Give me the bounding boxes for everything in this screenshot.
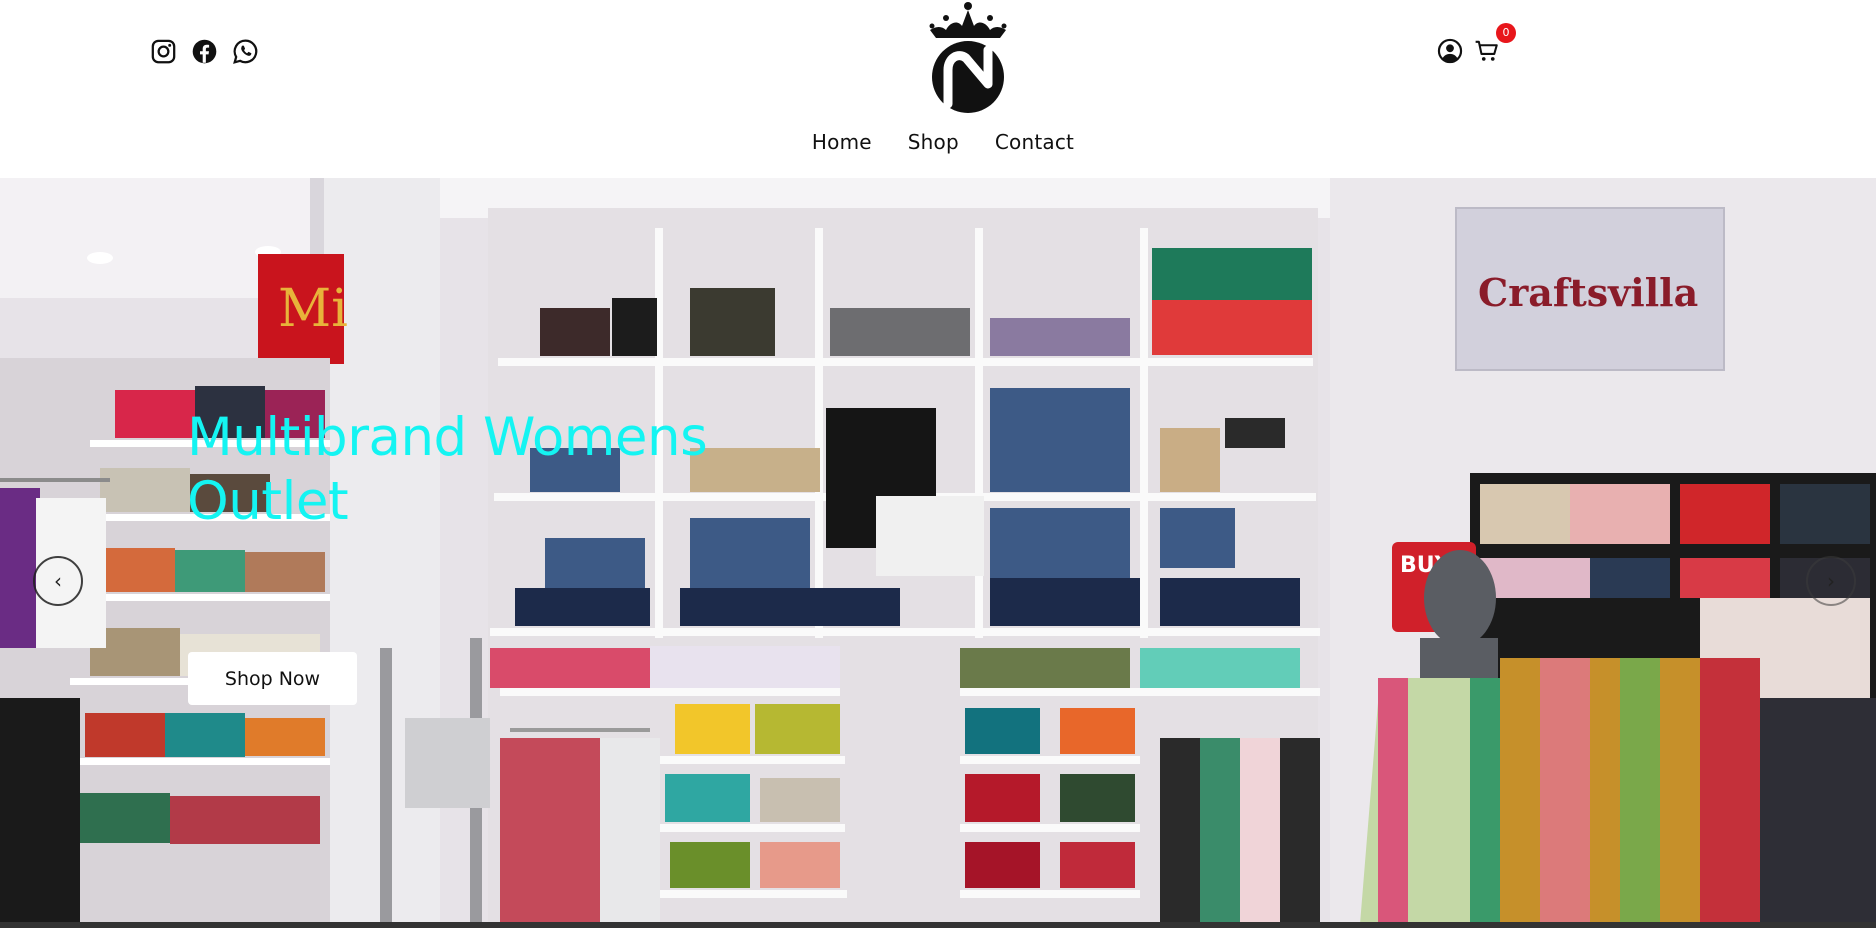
cart[interactable]: 0 — [1474, 23, 1516, 64]
site-header: Home Shop Contact 0 — [0, 0, 1876, 178]
instagram-icon[interactable] — [150, 38, 177, 65]
shop-now-button[interactable]: Shop Now — [188, 652, 357, 705]
hero-title: Multibrand Womens Outlet — [187, 407, 708, 532]
nav-home[interactable]: Home — [812, 130, 872, 154]
cart-count-badge: 0 — [1496, 23, 1516, 43]
main-nav: Home Shop Contact — [0, 130, 1876, 154]
social-links — [150, 38, 259, 65]
chevron-right-icon: › — [1827, 569, 1835, 593]
store-interior-image: Mi Craftsvilla BUY — [0, 178, 1876, 924]
cart-icon[interactable] — [1474, 38, 1500, 64]
nav-shop[interactable]: Shop — [908, 130, 959, 154]
crown-icon — [929, 2, 1007, 38]
store-sign-text: Craftsvilla — [1478, 270, 1698, 315]
whatsapp-icon[interactable] — [232, 38, 259, 65]
brand-logo[interactable] — [922, 0, 1014, 116]
account-cart: 0 — [1437, 23, 1516, 64]
facebook-icon[interactable] — [191, 38, 218, 65]
page-bottom-edge — [0, 922, 1876, 928]
nav-contact[interactable]: Contact — [995, 130, 1074, 154]
slider-next-button[interactable]: › — [1806, 556, 1856, 606]
chevron-left-icon: ‹ — [54, 569, 62, 593]
slider-prev-button[interactable]: ‹ — [33, 556, 83, 606]
n-monogram-icon — [932, 41, 1004, 113]
user-account-icon[interactable] — [1437, 38, 1463, 64]
side-sign-text: Mi — [278, 279, 348, 339]
hero-slider: Mi Craftsvilla BUY Multibrand Womens Out… — [0, 178, 1876, 924]
